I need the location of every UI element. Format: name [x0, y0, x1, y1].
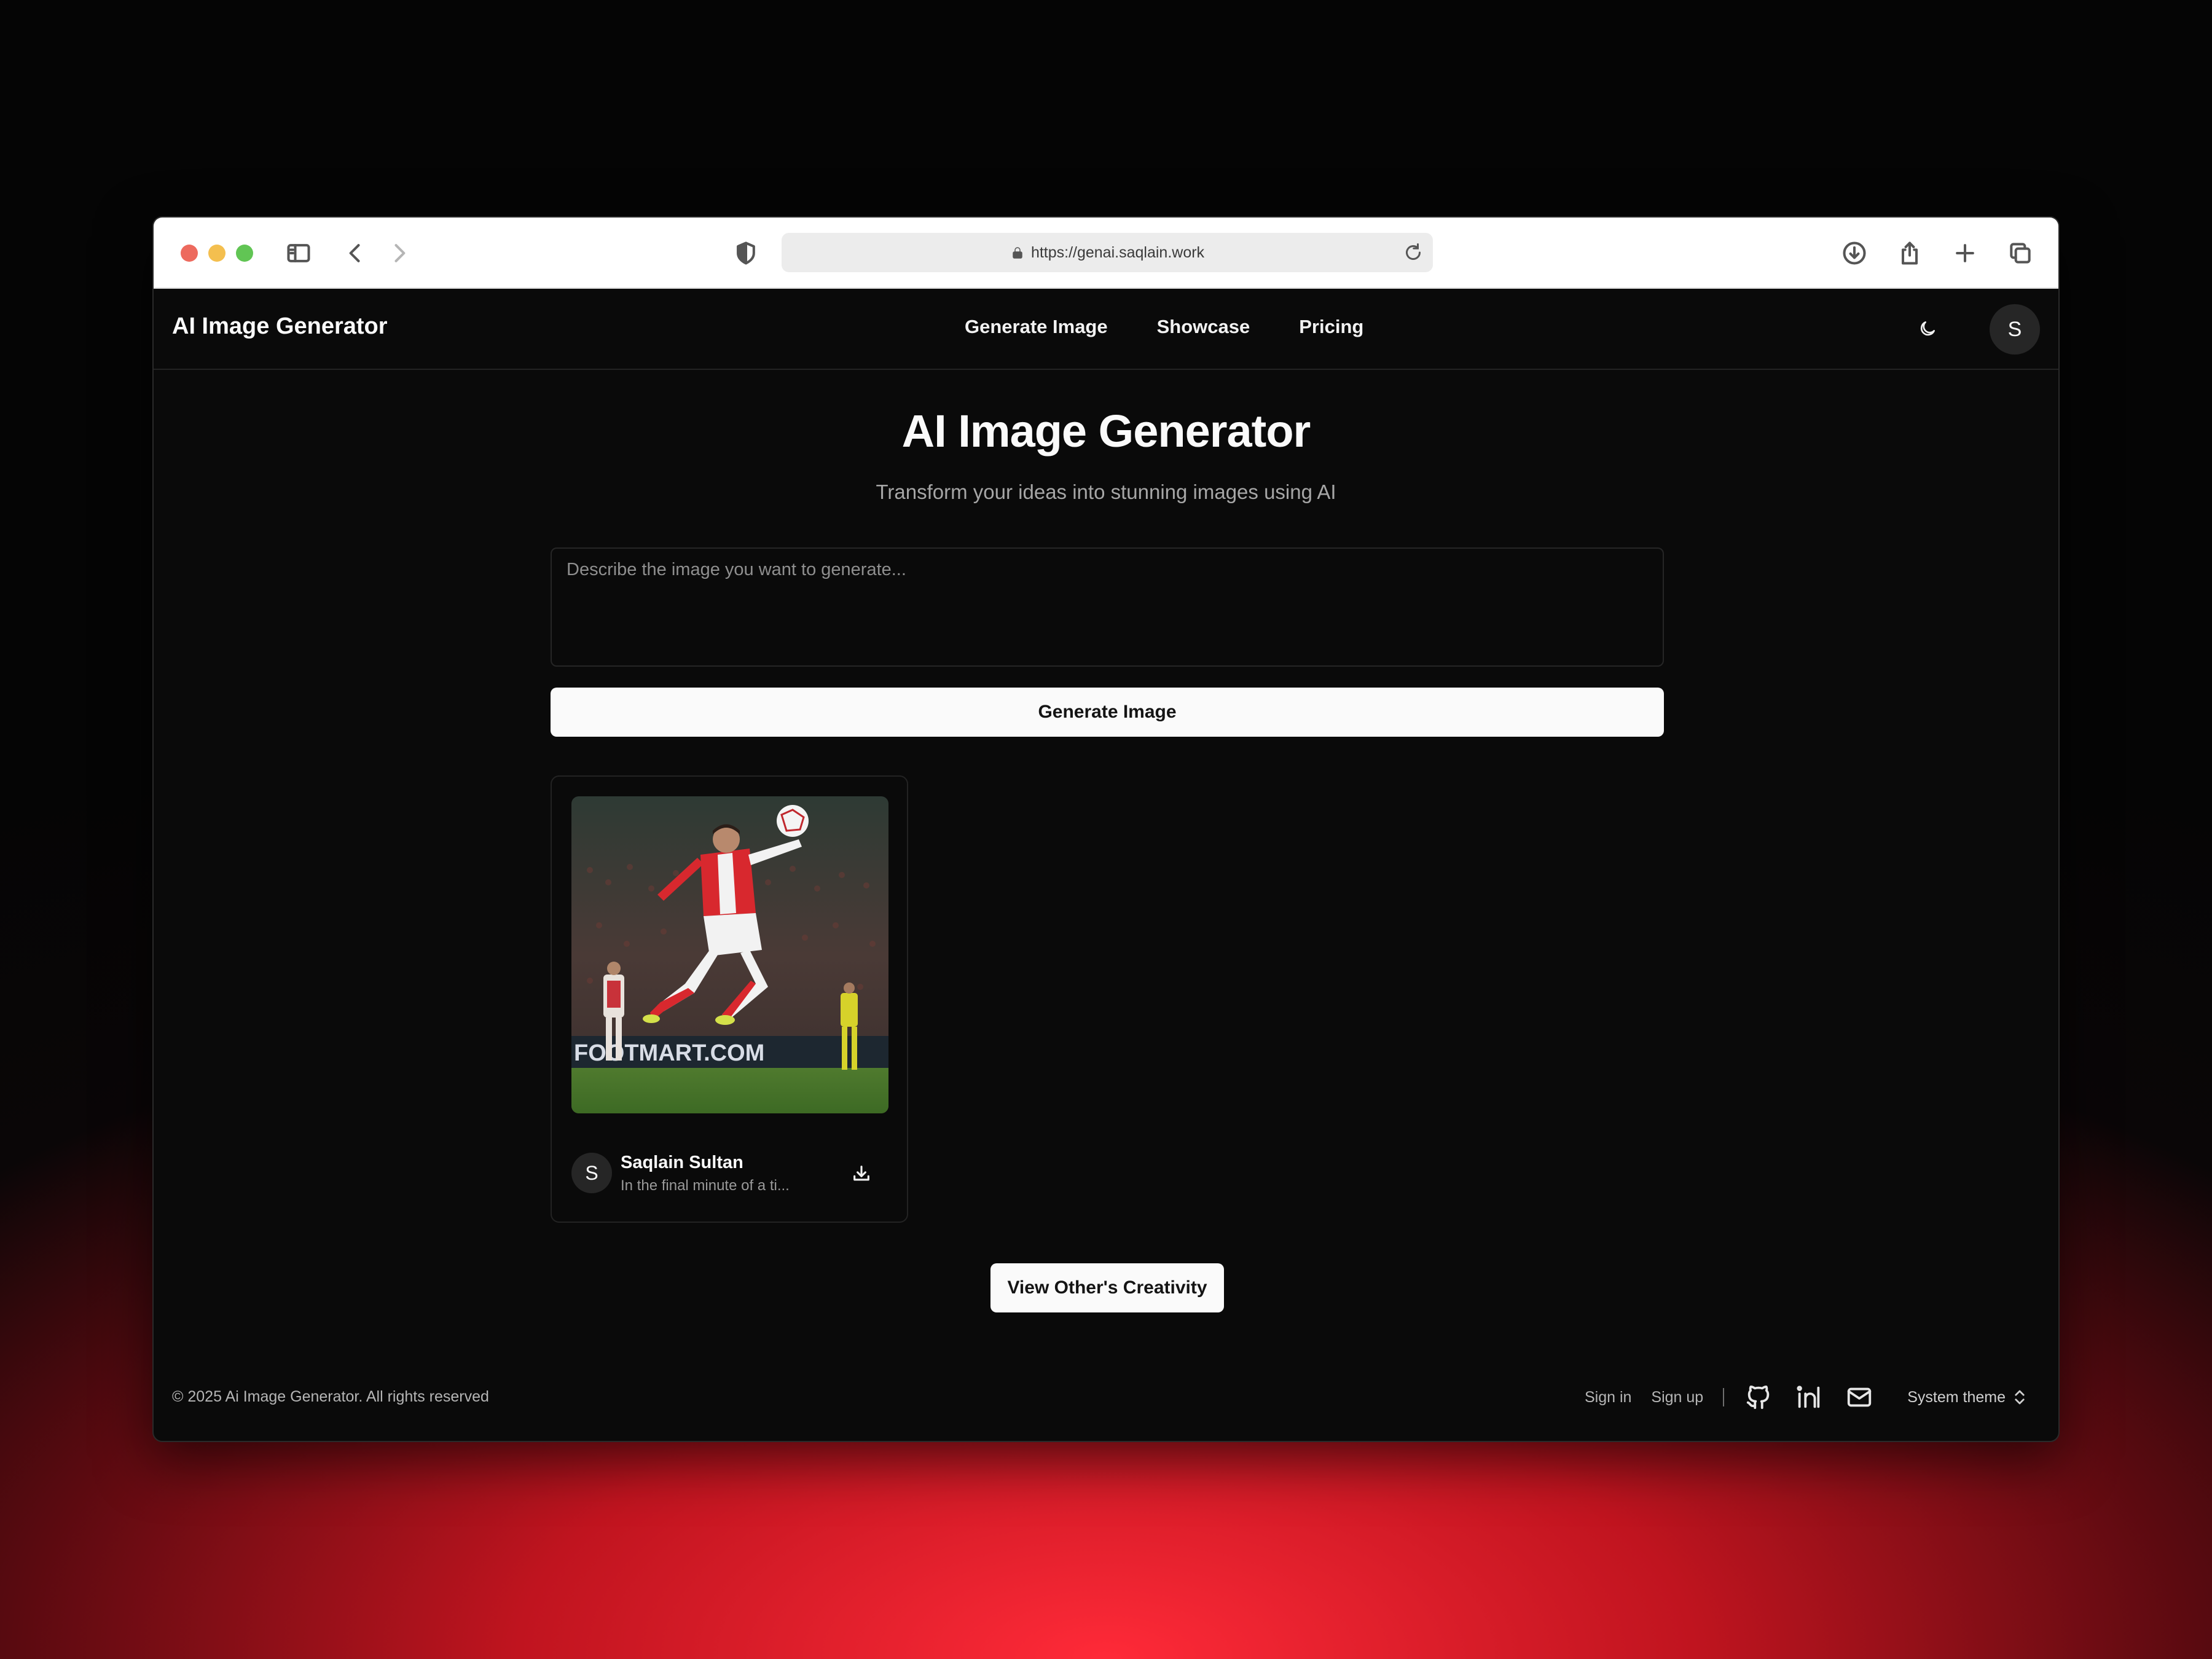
- sign-up-link[interactable]: Sign up: [1651, 1389, 1703, 1406]
- generated-image[interactable]: FOOTMART.COM: [571, 796, 888, 1113]
- card-footer: S Saqlain Sultan In the final minute of …: [571, 1151, 888, 1194]
- main-nav: Generate Image Showcase Pricing: [965, 316, 1363, 338]
- nav-generate-image[interactable]: Generate Image: [965, 316, 1108, 338]
- user-avatar[interactable]: S: [1990, 304, 2040, 355]
- address-bar[interactable]: https://genai.saqlain.work: [782, 233, 1433, 272]
- share-icon[interactable]: [1892, 236, 1927, 270]
- view-others-creativity-button[interactable]: View Other's Creativity: [990, 1263, 1224, 1312]
- moon-icon: [1920, 321, 1935, 336]
- download-icon: [853, 1166, 869, 1181]
- creator-avatar: S: [571, 1153, 612, 1193]
- brand-logo[interactable]: AI Image Generator: [172, 313, 388, 340]
- download-image-button[interactable]: [848, 1160, 875, 1187]
- forward-icon[interactable]: [382, 236, 417, 270]
- theme-select-label: System theme: [1907, 1388, 2006, 1406]
- shield-icon[interactable]: [729, 236, 763, 270]
- creator-name: Saqlain Sultan: [621, 1153, 743, 1172]
- footer-divider: [1723, 1388, 1725, 1406]
- back-icon[interactable]: [338, 236, 372, 270]
- generate-image-button[interactable]: Generate Image: [551, 688, 1664, 737]
- linkedin-icon[interactable]: [1794, 1382, 1824, 1412]
- theme-select[interactable]: System theme: [1907, 1388, 2028, 1406]
- reload-icon[interactable]: [1402, 241, 1424, 264]
- minimize-window-button[interactable]: [208, 245, 226, 262]
- close-window-button[interactable]: [181, 245, 198, 262]
- download-icon[interactable]: [1837, 236, 1872, 270]
- theme-toggle-button[interactable]: [1912, 313, 1943, 344]
- nav-showcase[interactable]: Showcase: [1157, 316, 1250, 338]
- footer-links: Sign in Sign up System theme: [1585, 1376, 2028, 1419]
- chevron-up-down-icon: [2015, 1390, 2025, 1405]
- sign-in-link[interactable]: Sign in: [1585, 1389, 1631, 1406]
- nav-pricing[interactable]: Pricing: [1299, 316, 1363, 338]
- copyright-text: © 2025 Ai Image Generator. All rights re…: [172, 1388, 489, 1405]
- prompt-input[interactable]: [551, 547, 1664, 667]
- github-icon[interactable]: [1744, 1382, 1773, 1412]
- browser-window: https://genai.saqlain.work AI Image Gene…: [152, 216, 2060, 1442]
- page-title: AI Image Generator: [901, 406, 1311, 457]
- lock-icon: [1013, 247, 1022, 259]
- browser-toolbar: https://genai.saqlain.work: [154, 218, 2058, 289]
- url-text: https://genai.saqlain.work: [1030, 243, 1205, 261]
- mail-icon[interactable]: [1845, 1382, 1874, 1412]
- prompt-preview: In the final minute of a ti...: [621, 1177, 790, 1194]
- image-card: FOOTMART.COM S Saqlain Sultan In the fin…: [551, 775, 908, 1223]
- tabs-overview-icon[interactable]: [2003, 236, 2037, 270]
- new-tab-icon[interactable]: [1948, 236, 1982, 270]
- advertising-board-text: FOOTMART.COM: [574, 1040, 764, 1066]
- page-subtitle: Transform your ideas into stunning image…: [876, 480, 1336, 503]
- sidebar-icon[interactable]: [281, 236, 316, 270]
- zoom-window-button[interactable]: [236, 245, 253, 262]
- app-header: AI Image Generator Generate Image Showca…: [154, 289, 2058, 370]
